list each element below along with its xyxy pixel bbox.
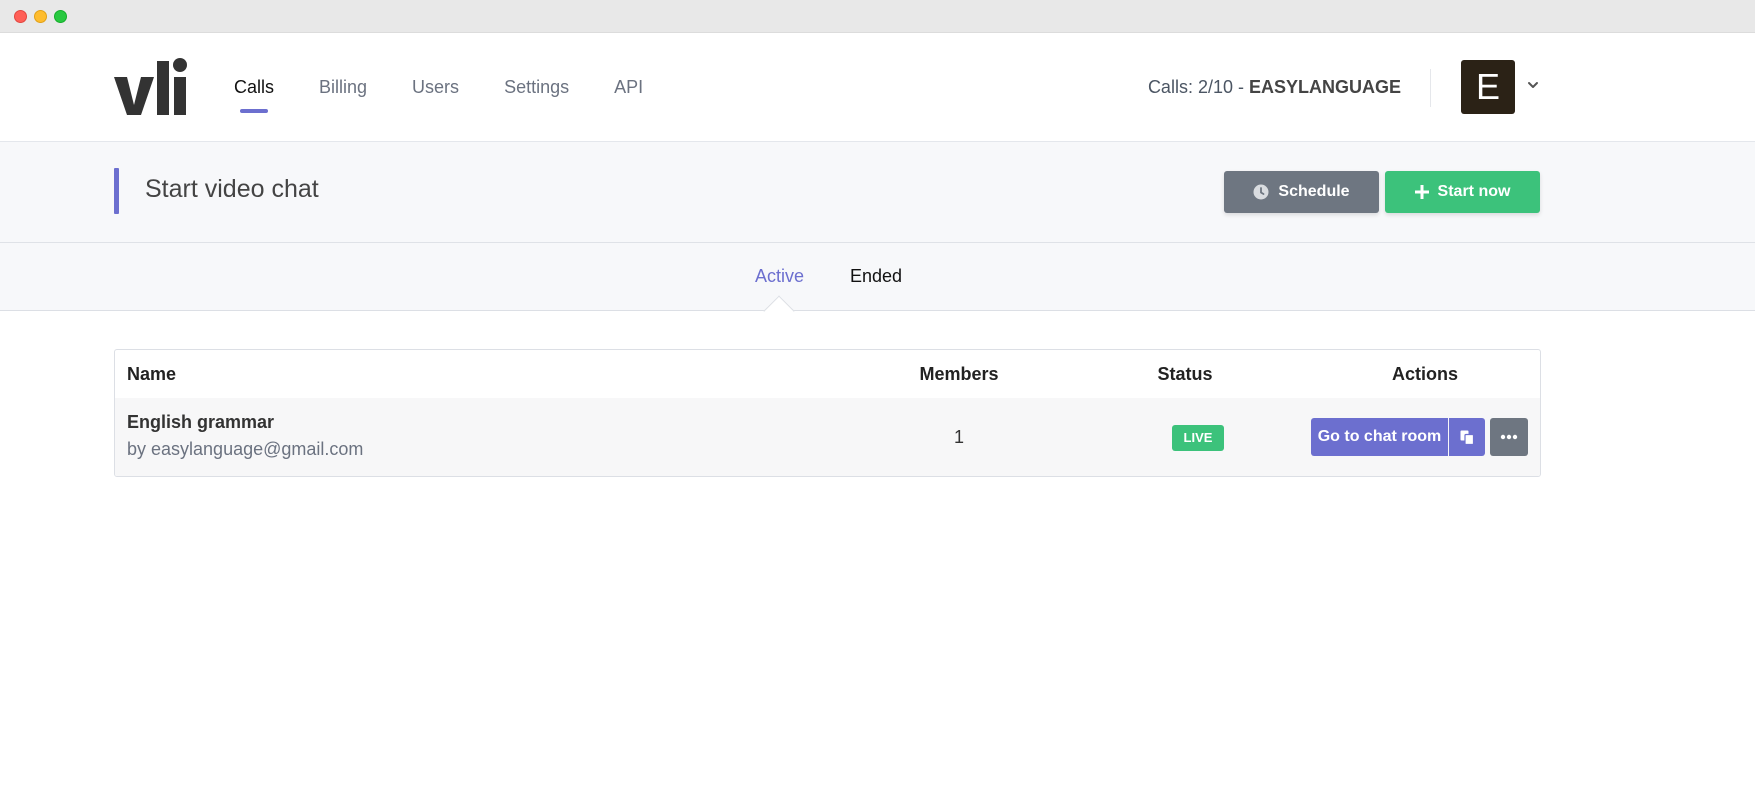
schedule-label: Schedule	[1278, 183, 1350, 200]
ellipsis-icon	[1500, 434, 1518, 440]
column-header-name: Name	[127, 364, 177, 384]
table-row: English grammar by easylanguage@gmail.co…	[115, 398, 1540, 476]
nav-item-label: Users	[412, 77, 460, 97]
nav-item-label: Billing	[319, 77, 368, 97]
page-toolbar: Start video chat Schedule Start now	[0, 142, 1755, 243]
start-now-button[interactable]: Start now	[1385, 171, 1540, 213]
clock-icon	[1253, 184, 1269, 200]
nav-item-billing[interactable]: Billing	[319, 33, 367, 142]
plus-icon	[1414, 185, 1429, 199]
minimize-window-button[interactable]	[34, 10, 47, 23]
maximize-window-button[interactable]	[54, 10, 67, 23]
call-name: English grammar	[127, 412, 275, 432]
page-title: Start video chat	[145, 175, 319, 203]
avatar[interactable]: E	[1461, 60, 1515, 114]
calls-count: Calls: 2/10 -	[1147, 77, 1249, 97]
column-header-actions: Actions	[1391, 364, 1458, 384]
nav-item-settings[interactable]: Settings	[504, 33, 569, 142]
nav-item-label: API	[614, 77, 644, 97]
column-header-status: Status	[1157, 364, 1213, 384]
table-header: Name Members Status Actions	[115, 350, 1540, 398]
call-owner: by easylanguage@gmail.com	[127, 439, 364, 459]
column-header-members: Members	[919, 364, 999, 384]
main-nav: Calls Billing Users Settings API	[234, 33, 688, 142]
start-now-label: Start now	[1437, 183, 1511, 200]
close-window-button[interactable]	[14, 10, 27, 23]
nav-item-label: Settings	[504, 77, 570, 97]
copy-icon	[1460, 430, 1474, 445]
calls-usage: Calls: 2/10 - EASYLANGUAGE	[1148, 33, 1401, 142]
copy-link-button[interactable]	[1449, 418, 1485, 456]
nav-item-users[interactable]: Users	[412, 33, 459, 142]
calls-table: Name Members Status Actions English gram…	[114, 349, 1541, 477]
more-options-button[interactable]	[1490, 418, 1528, 456]
top-header: Calls Billing Users Settings API Calls: …	[0, 33, 1755, 142]
go-to-chat-room-button[interactable]: Go to chat room	[1311, 418, 1448, 456]
nav-item-api[interactable]: API	[614, 33, 643, 142]
window-titlebar	[0, 0, 1755, 33]
call-members: 1	[953, 427, 964, 447]
org-name: EASYLANGUAGE	[1248, 77, 1401, 97]
nav-item-calls[interactable]: Calls	[234, 33, 274, 142]
title-accent-bar	[114, 168, 119, 214]
vli-logo[interactable]	[114, 55, 190, 125]
header-divider	[1430, 69, 1431, 107]
schedule-button[interactable]: Schedule	[1224, 171, 1379, 213]
chevron-down-icon[interactable]	[1525, 77, 1541, 93]
call-tabs: Active Ended	[0, 243, 1755, 327]
nav-item-label: Calls	[234, 77, 275, 97]
status-badge: LIVE	[1172, 425, 1224, 451]
tab-ended[interactable]: Ended	[850, 243, 902, 309]
nav-active-indicator	[240, 109, 269, 113]
